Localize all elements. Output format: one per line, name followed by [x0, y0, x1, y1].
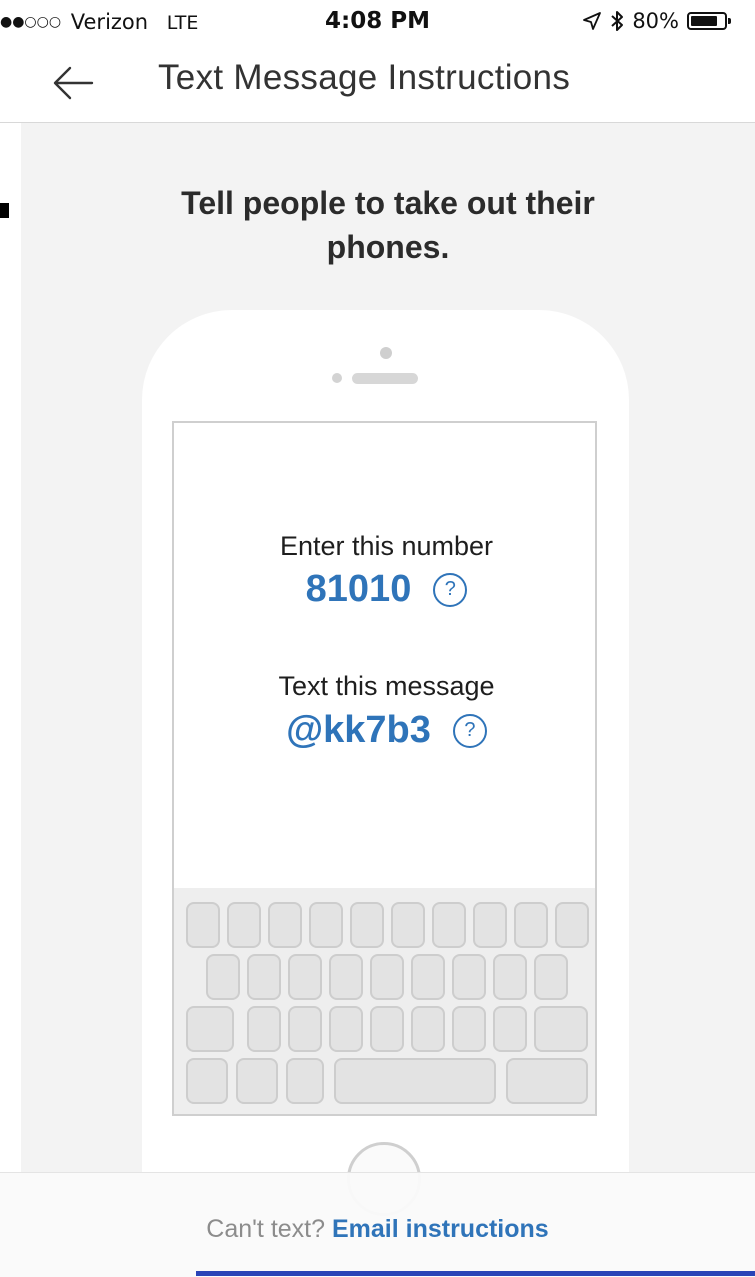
keyboard-illustration: [174, 888, 595, 1114]
key: [473, 902, 507, 948]
sms-number: 81010: [305, 568, 412, 610]
footer: Can't text? Email instructions: [0, 1172, 755, 1277]
number-help-icon[interactable]: ?: [433, 572, 468, 607]
bottom-accent-bar: [196, 1271, 755, 1276]
battery-percent: 80%: [632, 9, 679, 33]
key: [350, 902, 384, 948]
key: [391, 902, 425, 948]
key: [186, 902, 220, 948]
sms-message-code: @kk7b3: [286, 709, 431, 751]
arrow-left-icon: [53, 66, 94, 100]
key: [432, 902, 466, 948]
header: Text Message Instructions: [0, 42, 755, 123]
key: [288, 954, 322, 1000]
key: [247, 954, 281, 1000]
cant-text-label: Can't text?: [206, 1215, 326, 1243]
message-help-icon[interactable]: ?: [452, 713, 487, 748]
back-button[interactable]: [48, 58, 98, 108]
key: [555, 902, 589, 948]
message-row: @kk7b3 ?: [174, 709, 599, 752]
key: [370, 954, 404, 1000]
key: [268, 902, 302, 948]
key: [206, 954, 240, 1000]
key: [309, 902, 343, 948]
key: [534, 954, 568, 1000]
text-message-label: Text this message: [278, 671, 495, 701]
key: [452, 954, 486, 1000]
instruction-text: Tell people to take out their phones.: [181, 185, 595, 265]
key: [329, 954, 363, 1000]
enter-number-label: Enter this number: [279, 531, 494, 561]
battery-fill: [691, 16, 717, 26]
phone-speaker: [352, 373, 418, 384]
key: [370, 1006, 404, 1052]
key: [288, 1006, 322, 1052]
keyboard-row: [174, 1058, 595, 1104]
key: [411, 954, 445, 1000]
footer-text: Can't text? Email instructions: [0, 1215, 755, 1244]
edge-marker: [0, 203, 9, 218]
status-right: 80%: [582, 9, 731, 33]
key: [493, 1006, 527, 1052]
phone-screen: Enter this number 81010 ? Text this mess…: [172, 421, 597, 1116]
space-key: [334, 1058, 496, 1104]
keyboard-row: [174, 902, 595, 948]
shift-key: [186, 1006, 234, 1052]
key: [227, 902, 261, 948]
key: [247, 1006, 281, 1052]
key: [286, 1058, 324, 1104]
return-key: [506, 1058, 588, 1104]
battery-icon: [687, 12, 731, 30]
key: [514, 902, 548, 948]
location-icon: [583, 12, 602, 30]
key: [411, 1006, 445, 1052]
key: [493, 954, 527, 1000]
phone-sensor-dot: [332, 373, 342, 383]
bluetooth-icon: [611, 11, 624, 31]
email-instructions-link[interactable]: Email instructions: [332, 1215, 549, 1243]
key: [186, 1058, 228, 1104]
instruction-heading: Tell people to take out their phones.: [21, 181, 755, 269]
keyboard-row: [174, 954, 595, 1000]
key: [329, 1006, 363, 1052]
status-bar: ●●○○○ Verizon LTE 4:08 PM 80%: [0, 0, 755, 42]
phone-camera-dot: [380, 347, 392, 359]
key: [452, 1006, 486, 1052]
keyboard-row: [174, 1006, 595, 1052]
key: [236, 1058, 278, 1104]
delete-key: [534, 1006, 588, 1052]
page-title: Text Message Instructions: [158, 58, 571, 97]
number-row: 81010 ?: [174, 568, 599, 611]
